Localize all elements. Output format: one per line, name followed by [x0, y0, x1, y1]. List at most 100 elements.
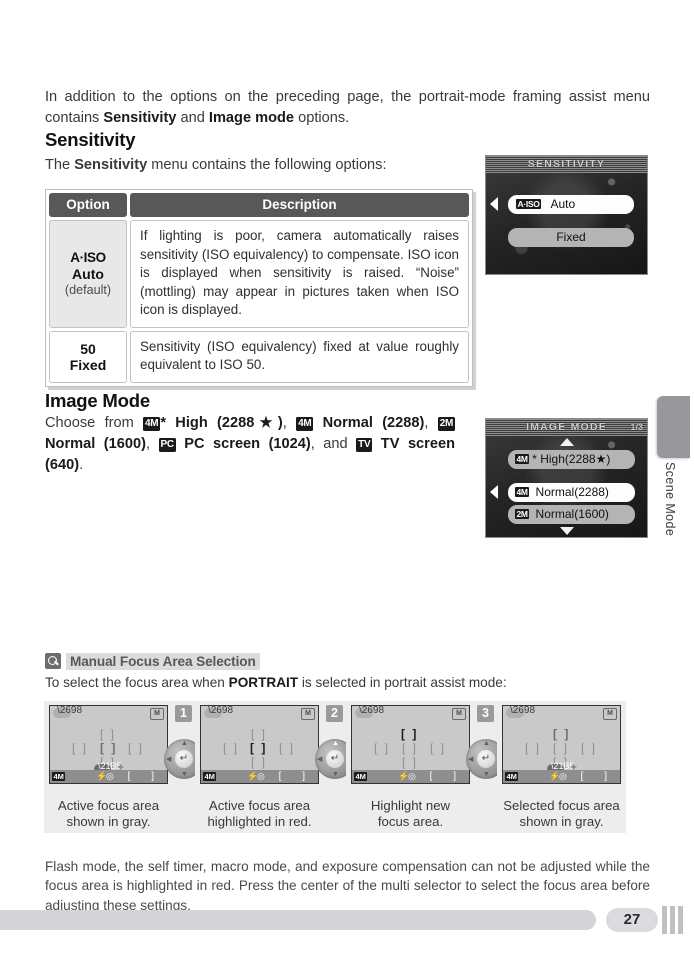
icon-tv-screen: TV — [356, 438, 373, 452]
image-mode-heading: Image Mode — [45, 390, 150, 411]
memory-card-icon: M — [603, 708, 617, 720]
focus-bracket-bottom: [ ] — [251, 755, 268, 769]
column-header-option: Option — [49, 193, 127, 217]
caption-line-1: Active focus area — [208, 798, 311, 813]
frame-bracket-icon: [ ] — [127, 771, 163, 782]
quality-icon: 4M — [203, 772, 217, 781]
column-header-description: Description — [130, 193, 469, 217]
redeye-icon: ◎ — [408, 771, 416, 781]
tick-1 — [662, 906, 667, 934]
wheel-down-icon: ▼ — [181, 771, 188, 778]
menu-cursor-icon — [490, 485, 498, 499]
im-lead: Choose from — [45, 415, 144, 431]
lcd-menu-item-normal-2288[interactable]: 4M Normal(2288) — [508, 483, 635, 502]
caption-line-1: Selected focus area — [503, 798, 620, 813]
lcd-menu-item-auto[interactable]: A·ISO Auto — [508, 195, 634, 214]
wheel-left-icon: ◀ — [166, 756, 172, 763]
focus-bracket-left: [ ] — [72, 741, 89, 755]
wheel-up-icon: ▲ — [332, 740, 339, 747]
camera-screen-0: M [ ] [ ] [ ] [ ] [ ] ✦ 4M ⚡ ◎ [ ] — [49, 705, 168, 784]
focus-bracket-top-active: [ ] — [553, 727, 571, 741]
table-row: A·ISO Auto (default) If lighting is poor… — [49, 220, 469, 328]
option-cell-fixed: 50 Fixed — [49, 330, 127, 383]
description-cell-fixed: Sensitivity (ISO equivalency) fixed at v… — [130, 330, 469, 383]
option-note-default: (default) — [64, 282, 112, 297]
scroll-up-icon[interactable] — [559, 438, 574, 446]
im-join-1: , — [424, 415, 438, 431]
image-mode-subtext: Choose from 4M * High (2288★), 4M Normal … — [45, 413, 456, 476]
redeye-icon: ◎ — [106, 771, 114, 781]
memory-card-icon: M — [150, 708, 164, 720]
focus-panel-3: M [ ] [ ] [ ] [ ] [ ] ✦ 4M ⚡ ◎ [ ] Selec… — [497, 701, 626, 833]
step-number-2: 2 — [326, 705, 343, 722]
focus-area-steps: M [ ] [ ] [ ] [ ] [ ] ✦ 4M ⚡ ◎ [ ] Activ… — [44, 701, 648, 833]
lcd-menu-item-normal-1600[interactable]: 2M Normal(1600) — [508, 505, 635, 524]
panel-caption-1: Active focus area highlighted in red. — [195, 798, 324, 830]
frame-bracket-icon: [ ] — [278, 771, 314, 782]
wheel-left-icon: ◀ — [317, 756, 323, 763]
tail-paragraph: Flash mode, the self timer, macro mode, … — [45, 858, 650, 913]
wheel-up-icon: ▲ — [181, 740, 188, 747]
footer-tick-marks — [662, 906, 694, 934]
lcd-title-image-mode: IMAGE MODE 1/3 — [486, 419, 647, 436]
focus-bracket-center: [ ] — [553, 741, 570, 755]
sens-sub-2: menu contains the following options: — [147, 157, 387, 173]
caption-line-2: focus area. — [377, 814, 444, 829]
step-number-1: 1 — [175, 705, 192, 722]
icon-2m-normal: 2M — [437, 417, 456, 431]
step-number-3: 3 — [477, 705, 494, 722]
im-label-3: PC screen (1024) — [175, 436, 311, 452]
lcd-menu-label-0: * High(2288★) — [532, 452, 611, 466]
magnifier-icon — [45, 653, 61, 669]
focus-panel-2: M [ ] [ ] [ ] [ ] [ ] 4M ⚡ ◎ [ ] Highlig… — [346, 701, 475, 833]
description-cell-auto: If lighting is poor, camera automaticall… — [130, 220, 469, 328]
tip-sub-2: is selected in portrait assist mode: — [298, 675, 507, 690]
panel-caption-0: Active focus area shown in gray. — [44, 798, 173, 830]
caption-line-1: Highlight new — [370, 798, 451, 813]
wheel-center-button[interactable]: ↵ — [175, 750, 193, 768]
sensitivity-table: Option Description A·ISO Auto (default) … — [45, 189, 473, 387]
memory-card-icon: M — [452, 708, 466, 720]
focus-bracket-center: [ ] — [402, 741, 419, 755]
lcd-menu-label-fixed: Fixed — [556, 230, 586, 244]
focus-bracket-right: [ ] — [128, 741, 145, 755]
icon-4m: 4M — [515, 487, 530, 497]
tick-3 — [678, 906, 683, 934]
focus-bracket-center-highlighted: [ ] — [250, 741, 268, 755]
lcd-background — [486, 156, 647, 274]
option-name-fixed: Fixed — [69, 356, 107, 373]
caption-line-1: Active focus area — [57, 798, 160, 813]
menu-cursor-icon — [490, 197, 498, 211]
icon-pc-screen: PC — [158, 438, 176, 452]
im-join-3: , and — [310, 436, 357, 452]
intro-paragraph: In addition to the options on the preced… — [45, 87, 650, 129]
focus-bracket-top: [ ] — [251, 727, 268, 741]
a-iso-icon: A·ISO — [516, 199, 542, 209]
screen-bottom-bar: 4M ⚡ ◎ [ ] — [201, 770, 318, 783]
manual-page: In addition to the options on the preced… — [0, 0, 694, 954]
wheel-center-button[interactable]: ↵ — [477, 750, 495, 768]
focus-bracket-right: [ ] — [430, 741, 447, 755]
focus-bracket-right: [ ] — [279, 741, 296, 755]
scroll-down-icon[interactable] — [559, 527, 574, 535]
icon-4m-normal: 4M — [296, 417, 314, 431]
iso-50-icon: 50 — [80, 340, 96, 357]
portrait-mode-icon — [355, 706, 384, 718]
lcd-menu-item-high-2288[interactable]: 4M * High(2288★) — [508, 450, 635, 469]
focus-bracket-left: [ ] — [525, 741, 542, 755]
im-label-1: Normal (2288) — [313, 415, 425, 431]
im-join-0: , — [282, 415, 297, 431]
wheel-center-button[interactable]: ↵ — [326, 750, 344, 768]
screen-top-bar: M — [50, 706, 167, 720]
lcd-menu-label-1: Normal(2288) — [532, 485, 609, 499]
tip-subtext: To select the focus area when PORTRAIT i… — [45, 675, 507, 690]
lcd-menu-label-2: Normal(1600) — [532, 507, 609, 521]
table-header-row: Option Description — [49, 193, 469, 217]
chapter-tab-marker — [657, 396, 690, 458]
table-row: 50 Fixed Sensitivity (ISO equivalency) f… — [49, 330, 469, 383]
intro-bold-sensitivity: Sensitivity — [103, 109, 177, 126]
quality-icon: 4M — [52, 772, 66, 781]
lcd-menu-item-fixed[interactable]: Fixed — [508, 228, 634, 247]
sens-sub-bold: Sensitivity — [74, 157, 148, 173]
im-period: . — [79, 457, 84, 473]
